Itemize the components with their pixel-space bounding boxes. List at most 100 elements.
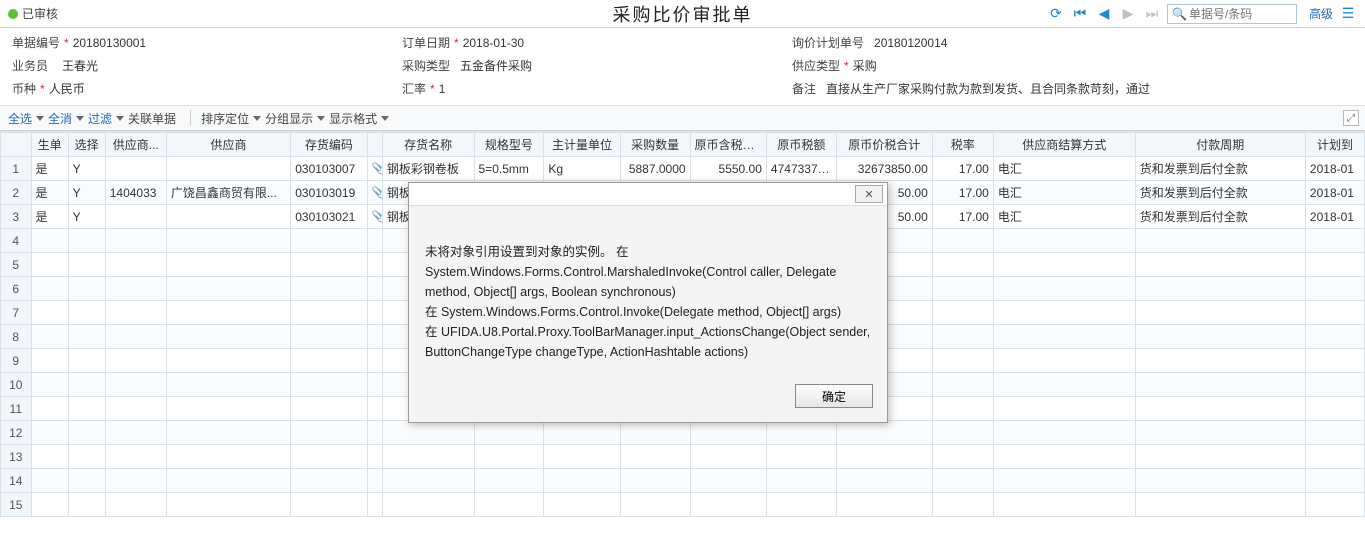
cell-price: 5550.00 (690, 157, 766, 181)
value: 20180120014 (874, 36, 947, 50)
last-icon[interactable]: ⏭ (1143, 5, 1161, 23)
sort[interactable]: 排序定位 (201, 110, 261, 127)
table-row[interactable]: 1是Y030103007📎钢板彩钢卷板5=0.5mmKg5887.0000555… (1, 157, 1365, 181)
value: 2018-01-30 (463, 36, 524, 50)
cell-supplier-code (105, 157, 166, 181)
col-inv-code[interactable]: 存货编码 (291, 133, 367, 157)
group-display[interactable]: 分组显示 (265, 110, 325, 127)
value: 王春光 (62, 57, 98, 74)
row-num: 6 (1, 277, 32, 301)
col-row-num (1, 133, 32, 157)
col-tax-rate[interactable]: 税率 (932, 133, 993, 157)
cell-inv-code: 030103021 (291, 205, 367, 229)
value: 1 (439, 82, 446, 96)
cell-sd: 是 (31, 181, 68, 205)
title-bar: 已审核 采购比价审批单 ⟳ ⏮ ◀ ▶ ⏭ 🔍 高级 ☰ (0, 0, 1365, 28)
table-row-empty[interactable]: 15 (1, 493, 1365, 517)
label: 业务员 (12, 57, 48, 74)
table-header: 生单 选择 供应商... 供应商 存货编码 存货名称 规格型号 主计量单位 采购… (1, 133, 1365, 157)
cell-pay-method: 电汇 (993, 181, 1135, 205)
status-text: 已审核 (22, 5, 58, 22)
row-num: 4 (1, 229, 32, 253)
next-icon[interactable]: ▶ (1119, 5, 1137, 23)
search-icon: 🔍 (1172, 7, 1187, 21)
value: 采购 (853, 57, 877, 74)
col-inv-name[interactable]: 存货名称 (382, 133, 474, 157)
label: 供应类型 (792, 57, 840, 74)
label: 备注 (792, 80, 816, 97)
cell-total: 32673850.00 (836, 157, 932, 181)
cell-inv-name: 钢板彩钢卷板 (382, 157, 474, 181)
label: 订单日期 (402, 34, 450, 51)
col-pay-method[interactable]: 供应商结算方式 (993, 133, 1135, 157)
close-button[interactable]: ✕ (855, 185, 883, 203)
row-num: 7 (1, 301, 32, 325)
attachment-icon: 📎 (367, 181, 382, 205)
cell-supplier: 广饶昌鑫商贸有限... (166, 181, 290, 205)
col-uom[interactable]: 主计量单位 (544, 133, 620, 157)
row-num: 3 (1, 205, 32, 229)
grid-toolbar: 全选 全消 过滤 关联单据 排序定位 分组显示 显示格式 ⤢ (0, 105, 1365, 131)
field-doc-no: 单据编号 * 20180130001 (12, 34, 402, 51)
expand-icon[interactable]: ⤢ (1343, 110, 1359, 126)
cell-qty: 5887.0000 (620, 157, 690, 181)
col-qty[interactable]: 采购数量 (620, 133, 690, 157)
col-pay-cycle[interactable]: 付款周期 (1135, 133, 1305, 157)
row-num: 10 (1, 373, 32, 397)
header-right: ⟳ ⏮ ◀ ▶ ⏭ 🔍 高级 ☰ (1047, 4, 1357, 24)
filter[interactable]: 过滤 (88, 110, 124, 127)
select-all[interactable]: 全选 (8, 110, 44, 127)
select-none[interactable]: 全消 (48, 110, 84, 127)
col-supplier[interactable]: 供应商 (166, 133, 290, 157)
label: 汇率 (402, 80, 426, 97)
label: 单据编号 (12, 34, 60, 51)
col-sd[interactable]: 生单 (31, 133, 68, 157)
advanced-link[interactable]: 高级 (1309, 5, 1333, 22)
col-spec[interactable]: 规格型号 (474, 133, 544, 157)
row-num: 14 (1, 469, 32, 493)
row-num: 9 (1, 349, 32, 373)
row-num: 8 (1, 325, 32, 349)
search-input[interactable] (1189, 7, 1292, 21)
field-inquiry-plan: 询价计划单号 20180120014 (792, 34, 1353, 51)
field-supply-type: 供应类型 * 采购 (792, 57, 1353, 74)
col-select[interactable]: 选择 (68, 133, 105, 157)
col-total[interactable]: 原币价税合计 (836, 133, 932, 157)
row-num: 1 (1, 157, 32, 181)
menu-icon[interactable]: ☰ (1339, 5, 1357, 23)
row-num: 2 (1, 181, 32, 205)
cell-tax: 4747337.18 (766, 157, 836, 181)
cell-plan: 2018-01 (1305, 181, 1364, 205)
related-docs[interactable]: 关联单据 (128, 110, 176, 127)
cell-inv-code: 030103019 (291, 181, 367, 205)
display-format[interactable]: 显示格式 (329, 110, 389, 127)
value: 人民币 (49, 80, 85, 97)
cell-pay-cycle: 货和发票到后付全款 (1135, 157, 1305, 181)
attachment-icon: 📎 (367, 205, 382, 229)
form-header: 单据编号 * 20180130001 订单日期 * 2018-01-30 询价计… (0, 28, 1365, 105)
col-supplier-code[interactable]: 供应商... (105, 133, 166, 157)
cell-pay-cycle: 货和发票到后付全款 (1135, 181, 1305, 205)
value: 五金备件采购 (460, 57, 532, 74)
table-row-empty[interactable]: 14 (1, 469, 1365, 493)
prev-icon[interactable]: ◀ (1095, 5, 1113, 23)
row-num: 11 (1, 397, 32, 421)
status-dot-icon (8, 9, 18, 19)
cell-sd: 是 (31, 205, 68, 229)
separator (190, 110, 191, 126)
table-row-empty[interactable]: 12 (1, 421, 1365, 445)
table-row-empty[interactable]: 13 (1, 445, 1365, 469)
ok-button[interactable]: 确定 (795, 384, 873, 408)
dialog-footer: 确定 (409, 376, 887, 422)
attachment-icon: 📎 (367, 157, 382, 181)
required-icon: * (430, 82, 435, 96)
col-price[interactable]: 原币含税单... (690, 133, 766, 157)
cell-sd: 是 (31, 157, 68, 181)
col-plan[interactable]: 计划到 (1305, 133, 1364, 157)
cell-pay-method: 电汇 (993, 157, 1135, 181)
page-title: 采购比价审批单 (613, 1, 753, 27)
first-icon[interactable]: ⏮ (1071, 5, 1089, 23)
col-tax[interactable]: 原币税额 (766, 133, 836, 157)
refresh-icon[interactable]: ⟳ (1047, 5, 1065, 23)
required-icon: * (40, 82, 45, 96)
